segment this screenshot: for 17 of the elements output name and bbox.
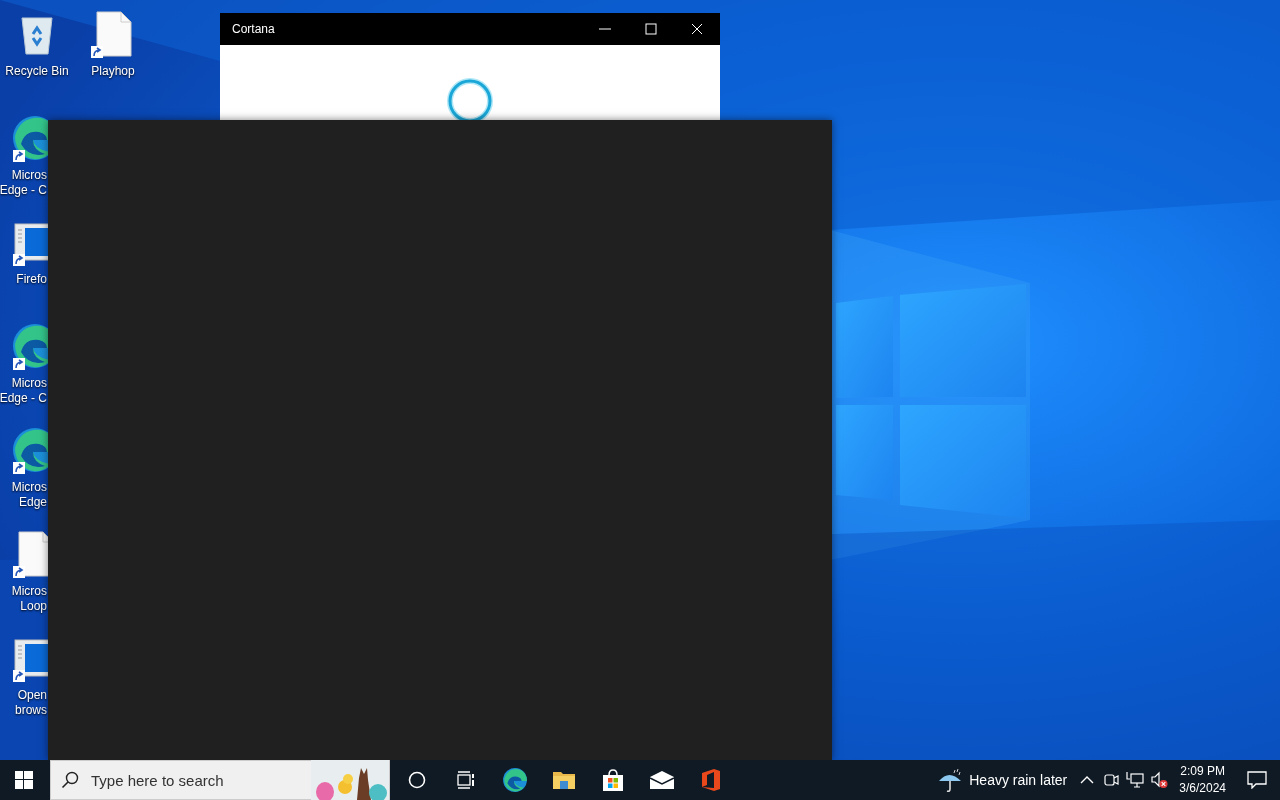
clock-time: 2:09 PM	[1180, 763, 1225, 780]
office-icon	[699, 768, 722, 792]
search-icon	[61, 771, 79, 789]
task-view-icon	[455, 770, 476, 790]
clock-date: 3/6/2024	[1179, 780, 1226, 797]
search-bar[interactable]: Type here to search	[50, 760, 390, 800]
cortana-icon	[406, 770, 427, 790]
weather-widget[interactable]: Heavy rain later	[929, 760, 1076, 800]
folder-icon	[551, 769, 576, 791]
speech-bubble-icon	[1247, 771, 1267, 789]
search-field[interactable]: Type here to search	[89, 770, 311, 790]
shopping-bag-icon	[600, 768, 625, 792]
windows-logo-icon	[15, 771, 33, 789]
clock[interactable]: 2:09 PM 3/6/2024	[1171, 763, 1234, 797]
edge-icon	[501, 767, 528, 793]
envelope-icon	[648, 770, 675, 790]
umbrella-icon	[937, 767, 964, 793]
